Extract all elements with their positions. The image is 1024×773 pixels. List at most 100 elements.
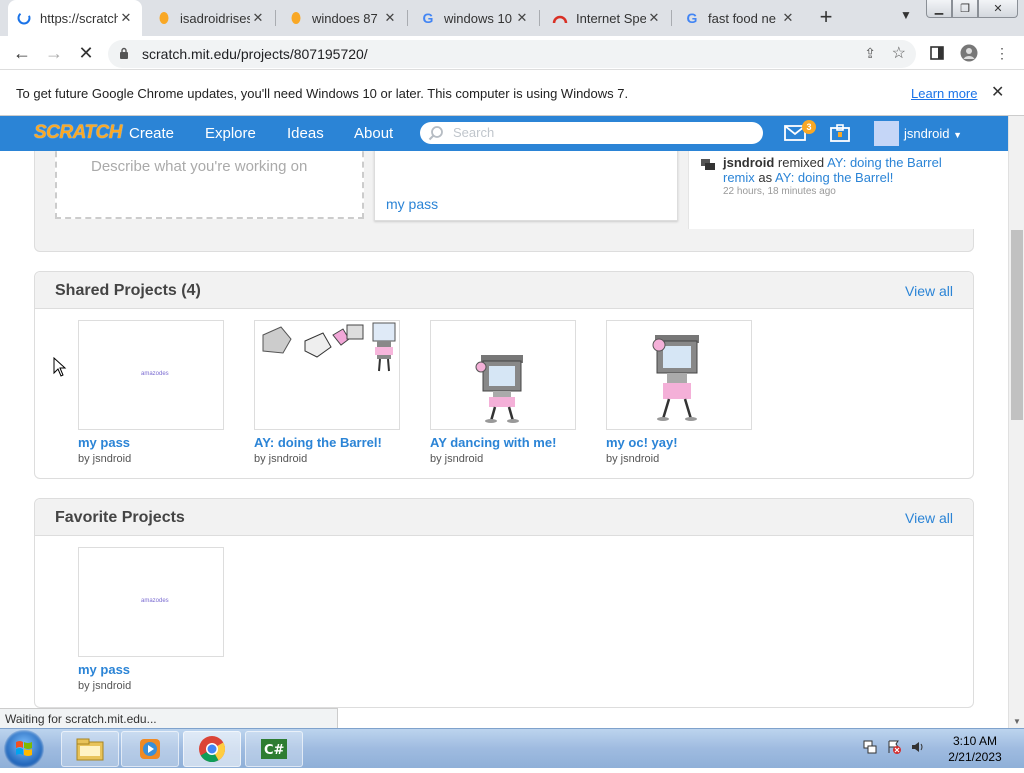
tab-title: windoes 87 [312,10,378,26]
tab-scratch-project[interactable]: https://scratch ✕ [8,0,142,36]
shared-projects-box: Shared Projects (4) View all amazodes my… [34,271,974,479]
nav-create[interactable]: Create [129,125,174,142]
project-title[interactable]: AY: doing the Barrel! [254,435,400,450]
taskbar-clock[interactable]: 3:10 AM 2/21/2023 [940,733,1010,765]
project-card[interactable]: AY dancing with me! by jsndroid [430,320,576,465]
nav-ideas[interactable]: Ideas [287,125,324,142]
bookmark-star-icon[interactable]: ☆ [892,43,906,63]
page-scrollbar[interactable]: ▼ [1008,116,1024,728]
project-thumbnail[interactable]: amazodes [78,320,224,430]
back-button[interactable]: ← [10,41,34,65]
share-icon[interactable]: ⇪ [864,45,876,62]
page-content: Describe what you're working on my pass … [0,151,1008,708]
windows-taskbar: C# 3:10 AM 2/21/2023 [0,728,1024,768]
username-label: jsndroid [904,126,950,141]
featured-project-title[interactable]: my pass [386,196,438,212]
project-author[interactable]: by jsndroid [78,680,224,692]
project-card[interactable]: AY: doing the Barrel! by jsndroid [254,320,400,465]
tab-fast-food[interactable]: G fast food ne ✕ [676,4,804,32]
close-icon[interactable]: ✕ [250,10,266,26]
network-icon[interactable] [862,739,878,755]
google-favicon-icon: G [422,10,434,26]
search-icon [428,126,443,141]
activity-connector: as [758,170,773,185]
activity-result-link[interactable]: AY: doing the Barrel! [775,170,893,185]
clock-date: 2/21/2023 [948,750,1002,764]
close-icon[interactable]: ✕ [991,82,1004,102]
scroll-down-icon[interactable]: ▼ [1013,717,1021,726]
view-all-link[interactable]: View all [905,283,953,299]
search-input[interactable]: Search [420,122,763,144]
shared-projects-header: Shared Projects (4) View all [35,272,973,309]
account-menu[interactable]: jsndroid ▼ [904,126,962,141]
close-icon[interactable]: ✕ [514,10,530,26]
favorite-projects-box: Favorite Projects View all amazodes my p… [34,498,974,708]
activity-time: 22 hours, 18 minutes ago [723,186,836,197]
close-window-button[interactable]: ✕ [978,0,1018,18]
close-icon[interactable]: ✕ [646,10,662,26]
infobar-message: To get future Google Chrome updates, you… [16,86,629,101]
project-author[interactable]: by jsndroid [430,453,576,465]
project-title[interactable]: my pass [78,662,224,677]
project-author[interactable]: by jsndroid [606,453,752,465]
view-all-link[interactable]: View all [905,510,953,526]
start-button[interactable] [4,730,44,768]
project-card[interactable]: amazodes my pass by jsndroid [78,320,224,465]
project-title[interactable]: AY dancing with me! [430,435,576,450]
side-panel-icon[interactable] [928,44,946,62]
avatar[interactable] [874,121,899,146]
scrollbar-thumb[interactable] [1011,230,1023,420]
nav-explore[interactable]: Explore [205,125,256,142]
oc-character-art [652,335,699,421]
project-card[interactable]: my oc! yay! by jsndroid [606,320,752,465]
csharp-icon[interactable]: C# [245,731,303,767]
featured-project-card[interactable]: my pass [374,151,678,221]
maximize-button[interactable]: ❐ [952,0,978,18]
description-field[interactable]: Describe what you're working on [55,151,364,219]
close-icon[interactable]: ✕ [382,10,398,26]
tab-internet-speed[interactable]: Internet Spe ✕ [544,4,670,32]
clock-time: 3:10 AM [952,734,998,748]
project-thumbnail[interactable] [606,320,752,430]
window-controls: ▁ ❐ ✕ [926,0,1018,18]
project-author[interactable]: by jsndroid [254,453,400,465]
project-title[interactable]: my oc! yay! [606,435,752,450]
project-thumbnail[interactable] [254,320,400,430]
chevron-down-icon[interactable]: ▼ [896,8,916,28]
project-title[interactable]: my pass [78,435,224,450]
scratch-logo[interactable]: SCRATCH [34,122,122,144]
action-center-alert-icon[interactable] [886,739,902,755]
tab-windows-10[interactable]: G windows 10 ✕ [412,4,538,32]
media-player-icon[interactable] [121,731,179,767]
project-thumbnail[interactable]: amazodes [78,547,224,657]
close-icon[interactable]: ✕ [780,10,796,26]
close-icon[interactable]: ✕ [118,10,134,26]
nav-about[interactable]: About [354,125,393,142]
project-thumbnail[interactable] [430,320,576,430]
remix-icon [701,159,715,170]
thumbnail-text: amazodes [141,371,169,377]
tab-separator [275,10,276,26]
system-tray [862,739,926,755]
profile-icon[interactable] [960,44,978,62]
file-explorer-icon[interactable] [61,731,119,767]
my-stuff-icon[interactable] [830,124,850,142]
minimize-button[interactable]: ▁ [926,0,952,18]
project-author[interactable]: by jsndroid [78,453,224,465]
chrome-icon[interactable] [183,731,241,767]
url-text: scratch.mit.edu/projects/807195720/ [142,46,368,62]
learn-more-link[interactable]: Learn more [911,86,977,101]
new-tab-button[interactable]: + [814,6,838,30]
stop-loading-button[interactable]: ✕ [74,41,98,65]
activity-user[interactable]: jsndroid [723,155,774,170]
project-card[interactable]: amazodes my pass by jsndroid [78,547,224,692]
barrel-thumbnail-art [262,322,396,372]
volume-icon[interactable] [910,739,926,755]
tab-windoes[interactable]: windoes 87 ✕ [280,4,406,32]
tab-isadroidrises[interactable]: isadroidrises ✕ [148,4,274,32]
status-bubble: Waiting for scratch.mit.edu... [0,708,338,728]
thumbnail-text: amazodes [141,598,169,604]
forward-button[interactable]: → [42,41,66,65]
more-menu-icon[interactable]: ⋮ [993,44,1011,62]
address-bar[interactable]: scratch.mit.edu/projects/807195720/ ⇪ ☆ [108,40,916,68]
